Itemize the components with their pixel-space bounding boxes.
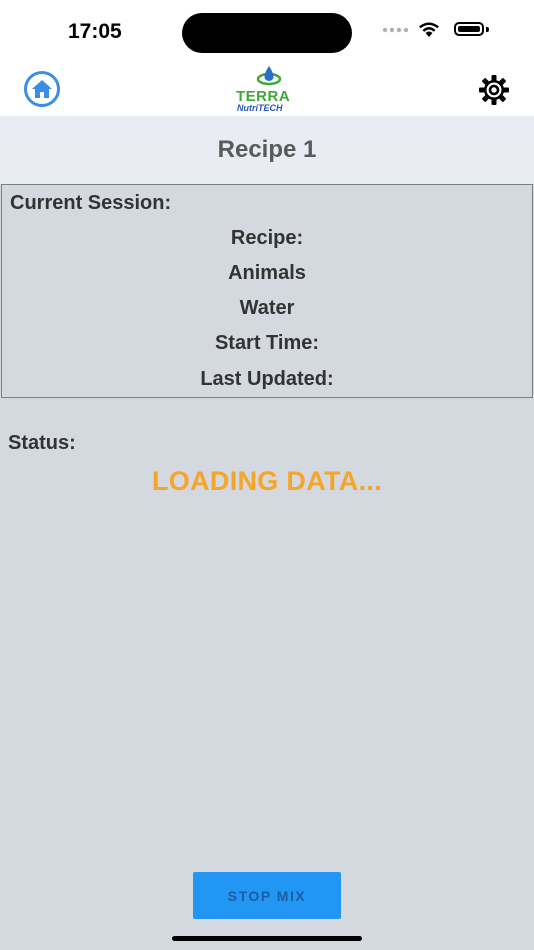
water-drop-logo-icon xyxy=(256,66,282,86)
nav-bar: TERRA NutriTECH xyxy=(0,64,534,116)
session-recipe-label: Recipe: xyxy=(230,227,304,249)
home-indicator[interactable] xyxy=(172,936,362,941)
page-title: Recipe 1 xyxy=(217,136,317,163)
session-animals-label: Animals xyxy=(228,262,306,284)
status-label: Status: xyxy=(8,432,76,454)
session-heading: Current Session: xyxy=(10,192,172,214)
stop-mix-button[interactable]: STOP MIX xyxy=(193,872,341,919)
system-icons xyxy=(382,22,492,44)
home-icon xyxy=(32,80,52,98)
battery-icon xyxy=(454,22,489,36)
session-start-time-label: Start Time: xyxy=(214,332,320,354)
logo-text-nutritech: NutriTECH xyxy=(237,103,283,113)
current-session-panel: Current Session: Recipe: Animals Water S… xyxy=(1,184,533,398)
settings-button[interactable] xyxy=(477,73,511,107)
home-button[interactable] xyxy=(24,71,60,107)
cellular-signal-icon xyxy=(382,27,409,33)
status-value: LOADING DATA... xyxy=(152,466,382,496)
gear-icon xyxy=(479,75,509,105)
title-band: Recipe 1 xyxy=(0,116,534,184)
terra-nutritech-logo: TERRA NutriTECH xyxy=(232,64,304,114)
status-bar: 17:05 xyxy=(0,0,534,64)
wifi-icon xyxy=(419,22,439,37)
dynamic-island xyxy=(182,13,352,53)
session-water-label: Water xyxy=(239,297,295,319)
session-last-updated-label: Last Updated: xyxy=(200,368,334,390)
status-time: 17:05 xyxy=(68,20,122,43)
